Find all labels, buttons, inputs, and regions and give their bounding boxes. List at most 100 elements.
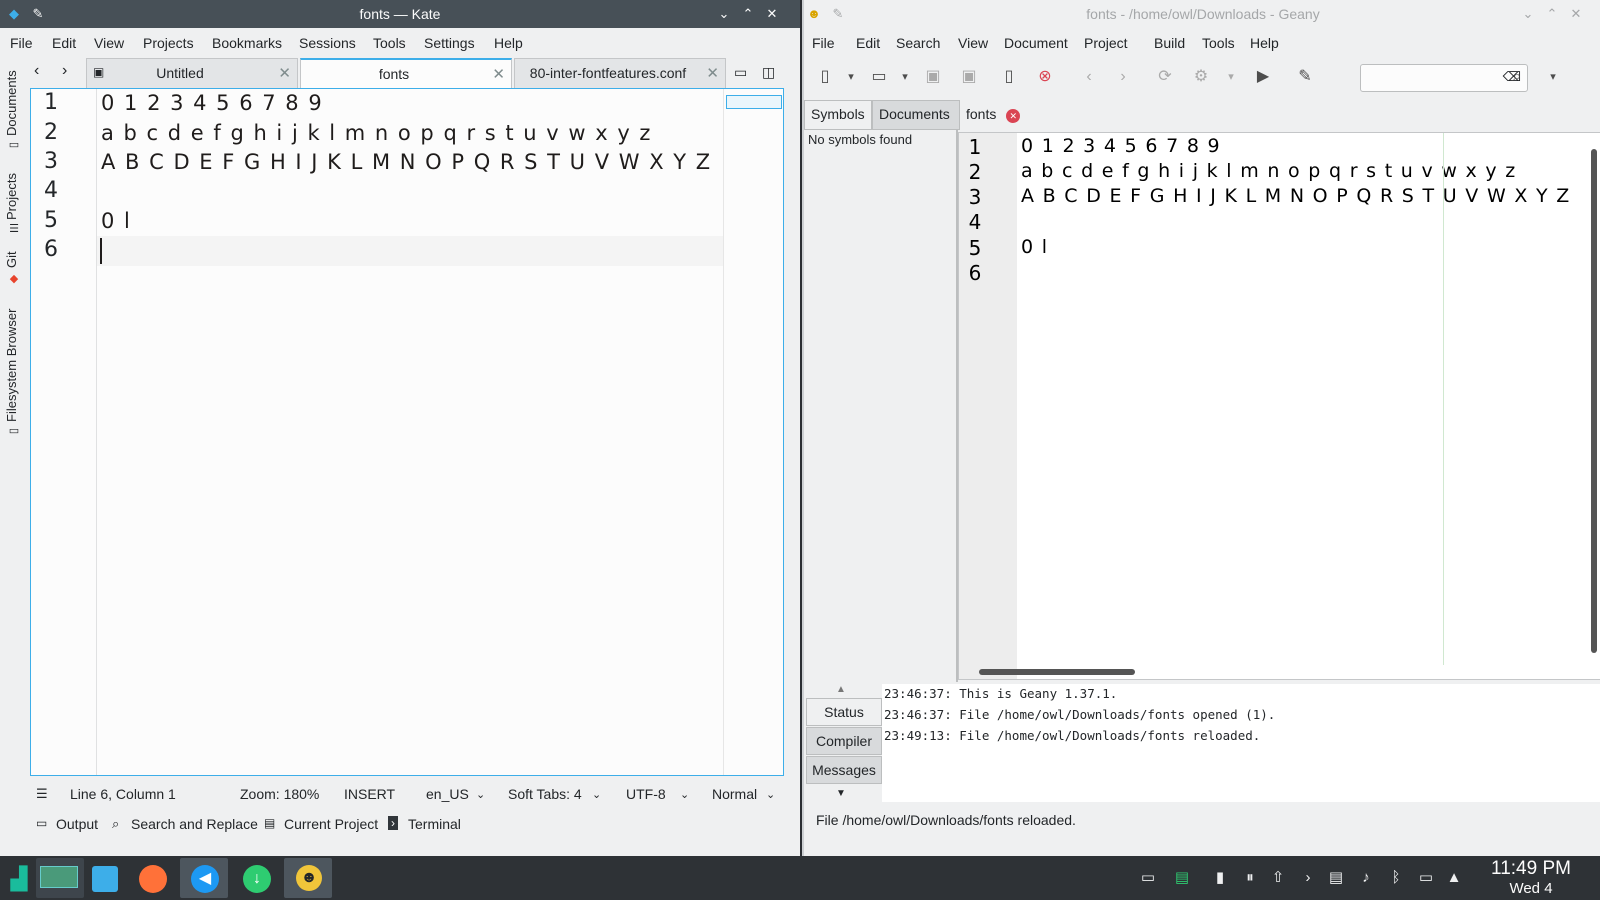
maximize-icon[interactable]: ⌃ — [1544, 6, 1560, 22]
menu-build[interactable]: Build — [1154, 35, 1185, 51]
forward-icon[interactable]: › — [1112, 66, 1134, 88]
tab-untitled[interactable]: ▣ Untitled ✕ — [86, 58, 298, 88]
chevron-down-icon[interactable]: ⌄ — [476, 788, 485, 801]
close-tab-icon[interactable]: ✕ — [706, 64, 719, 82]
close-tab-icon[interactable]: ✕ — [492, 65, 505, 83]
save-all-icon[interactable]: ▣ — [958, 66, 980, 88]
tab-fonts[interactable]: fonts ✕ — [300, 58, 512, 88]
taskbar-geany[interactable]: ☻ — [284, 858, 332, 898]
edit-mode[interactable]: INSERT — [344, 786, 395, 802]
clock[interactable]: 11:49 PM Wed 4 — [1466, 858, 1596, 898]
menu-projects[interactable]: Projects — [143, 35, 194, 51]
scroll-down-icon[interactable]: ▼ — [836, 788, 846, 799]
minimap-viewport[interactable] — [726, 95, 782, 109]
zoom-level[interactable]: Zoom: 180% — [240, 786, 319, 802]
minimap[interactable] — [723, 89, 783, 775]
close-icon[interactable]: ✕ — [1568, 6, 1584, 22]
menu-sessions[interactable]: Sessions — [299, 35, 356, 51]
vertical-scrollbar[interactable] — [1587, 133, 1600, 665]
tab-compiler[interactable]: Compiler — [806, 727, 882, 755]
pause-icon[interactable]: ⏸ — [1240, 868, 1260, 888]
menu-project[interactable]: Project — [1084, 35, 1128, 51]
tab-status[interactable]: Status — [806, 698, 882, 726]
encoding-dropdown[interactable]: UTF-8 — [626, 786, 666, 802]
toolview-output[interactable]: Output — [56, 816, 98, 832]
chevron-down-icon[interactable]: ▾ — [1220, 66, 1242, 88]
bluetooth-icon[interactable]: ᛒ — [1386, 868, 1406, 888]
revert-icon[interactable]: ▯ — [998, 66, 1020, 88]
update-icon[interactable]: ⇧ — [1268, 868, 1288, 888]
network-icon[interactable]: ▭ — [1416, 868, 1436, 888]
package-manager-icon[interactable]: ▤ — [1172, 868, 1192, 888]
menu-edit[interactable]: Edit — [856, 35, 880, 51]
color-picker-icon[interactable]: ✎ — [1294, 66, 1316, 88]
language-dropdown[interactable]: en_US — [426, 786, 469, 802]
sidebar-tab-git[interactable]: Git — [4, 244, 19, 268]
show-desktop-icon[interactable] — [36, 858, 84, 898]
menu-bookmarks[interactable]: Bookmarks — [212, 35, 282, 51]
back-icon[interactable]: ‹ — [1078, 66, 1100, 88]
menu-help[interactable]: Help — [494, 35, 523, 51]
new-tab-icon[interactable]: ▭ — [734, 64, 747, 81]
tab-messages[interactable]: Messages — [806, 756, 882, 784]
sidebar-tab-projects[interactable]: Projects — [4, 162, 19, 220]
menu-help[interactable]: Help — [1250, 35, 1279, 51]
run-icon[interactable]: ⚙ — [1190, 66, 1212, 88]
chevron-down-icon[interactable]: ⌄ — [592, 788, 601, 801]
menu-tools[interactable]: Tools — [373, 35, 406, 51]
clipboard-icon[interactable]: ▤ — [1326, 868, 1346, 888]
menu-search[interactable]: Search — [896, 35, 940, 51]
taskbar-firefox[interactable] — [128, 858, 176, 898]
sidebar-tab-documents[interactable]: Documents — [4, 64, 19, 136]
menu-icon[interactable]: ☰ — [36, 786, 48, 802]
toolview-search-replace[interactable]: Search and Replace — [131, 816, 258, 832]
tab-80-inter-fontfeatures[interactable]: 80-inter-fontfeatures.conf ✕ — [514, 58, 726, 88]
taskbar-downloader[interactable]: ↓ — [232, 858, 280, 898]
expand-tray-icon[interactable]: ▲ — [1444, 868, 1464, 888]
scrollbar-thumb[interactable] — [1591, 149, 1597, 653]
menu-file[interactable]: File — [812, 35, 835, 51]
chevron-down-icon[interactable]: ▾ — [840, 66, 862, 88]
taskbar-kate[interactable]: ◀ — [180, 858, 228, 898]
close-file-icon[interactable]: ⊗ — [1034, 66, 1056, 88]
search-icon[interactable]: ⌕ — [1506, 66, 1528, 88]
minimize-icon[interactable]: ⌄ — [716, 6, 732, 22]
chevron-down-icon[interactable]: ▾ — [894, 66, 916, 88]
scrollbar-thumb[interactable] — [979, 669, 1135, 675]
close-tab-icon[interactable]: ✕ — [1006, 109, 1021, 123]
menu-settings[interactable]: Settings — [424, 35, 475, 51]
back-icon[interactable]: ‹ — [34, 62, 39, 80]
geany-titlebar[interactable]: ☻ ✎ fonts - /home/owl/Downloads - Geany … — [804, 0, 1600, 28]
menu-view[interactable]: View — [958, 35, 988, 51]
tab-documents[interactable]: Documents — [872, 100, 960, 130]
doc-tab-fonts[interactable]: fonts ✕ — [966, 106, 1021, 123]
execute-icon[interactable]: ▶ — [1252, 66, 1274, 88]
close-icon[interactable]: ✕ — [764, 6, 780, 22]
kate-titlebar[interactable]: ◆ ✎ fonts — Kate ⌄ ⌃ ✕ — [0, 0, 800, 28]
indent-dropdown[interactable]: Soft Tabs: 4 — [508, 786, 582, 802]
toolview-terminal[interactable]: Terminal — [408, 816, 461, 832]
menu-view[interactable]: View — [94, 35, 124, 51]
split-view-icon[interactable]: ◫ — [762, 64, 775, 81]
save-icon[interactable]: ▣ — [922, 66, 944, 88]
message-log[interactable] — [882, 684, 1600, 802]
menu-tools[interactable]: Tools — [1202, 35, 1235, 51]
chevron-down-icon[interactable]: ⌄ — [680, 788, 689, 801]
kate-editor[interactable]: 1 2 3 4 5 6 0 1 2 3 4 5 6 7 8 9 a b c d … — [30, 88, 784, 776]
minimize-icon[interactable]: ⌄ — [1520, 6, 1536, 22]
terminal-icon[interactable]: › — [1298, 868, 1318, 888]
open-file-icon[interactable]: ▭ — [868, 66, 890, 88]
menu-edit[interactable]: Edit — [52, 35, 76, 51]
cursor-position[interactable]: Line 6, Column 1 — [70, 786, 176, 802]
scroll-up-icon[interactable]: ▲ — [836, 684, 846, 695]
app-launcher-icon[interactable]: ▟ — [6, 866, 32, 892]
new-file-icon[interactable]: ▯ — [814, 66, 836, 88]
chevron-down-icon[interactable]: ▾ — [1542, 66, 1564, 88]
geany-editor[interactable]: 1 2 3 4 5 6 0 1 2 3 4 5 6 7 8 9 a b c d … — [958, 132, 1600, 680]
toolview-current-project[interactable]: Current Project — [284, 816, 378, 832]
menu-document[interactable]: Document — [1004, 35, 1068, 51]
reload-icon[interactable]: ⟳ — [1154, 66, 1176, 88]
close-tab-icon[interactable]: ✕ — [278, 64, 291, 82]
search-input[interactable]: ⌫ — [1360, 64, 1528, 92]
forward-icon[interactable]: › — [62, 62, 67, 80]
